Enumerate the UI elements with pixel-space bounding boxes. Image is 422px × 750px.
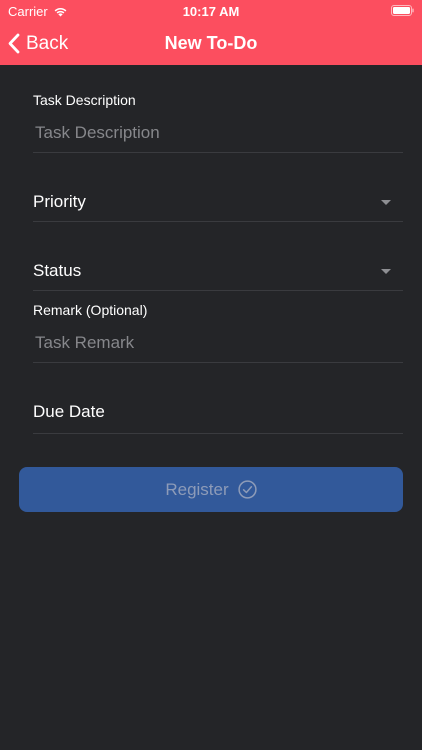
divider <box>33 152 403 153</box>
caret-down-icon <box>381 268 391 274</box>
header: Carrier 10:17 AM Back New To-Do <box>0 0 422 65</box>
remark-input[interactable] <box>33 323 403 363</box>
due-date-field[interactable]: Due Date <box>33 392 403 432</box>
status-label: Status <box>33 261 82 280</box>
task-description-input[interactable] <box>33 113 403 153</box>
due-date-label: Due Date <box>33 402 105 421</box>
register-label: Register <box>165 479 229 499</box>
battery-icon <box>391 5 414 16</box>
register-button[interactable]: Register <box>19 467 403 512</box>
navigation-bar: Back New To-Do <box>0 22 422 65</box>
task-description-label: Task Description <box>33 92 136 108</box>
priority-label: Priority <box>33 192 86 211</box>
status-select[interactable]: Status <box>33 251 403 291</box>
divider <box>33 221 403 222</box>
priority-select[interactable]: Priority <box>33 182 403 222</box>
caret-down-icon <box>381 199 391 205</box>
divider <box>33 290 403 291</box>
check-circle-icon <box>238 480 257 499</box>
remark-label: Remark (Optional) <box>33 302 148 318</box>
page-title: New To-Do <box>164 33 258 53</box>
status-time: 10:17 AM <box>182 4 240 19</box>
divider <box>33 362 403 363</box>
status-bar: Carrier 10:17 AM <box>0 0 422 22</box>
divider <box>33 433 403 434</box>
